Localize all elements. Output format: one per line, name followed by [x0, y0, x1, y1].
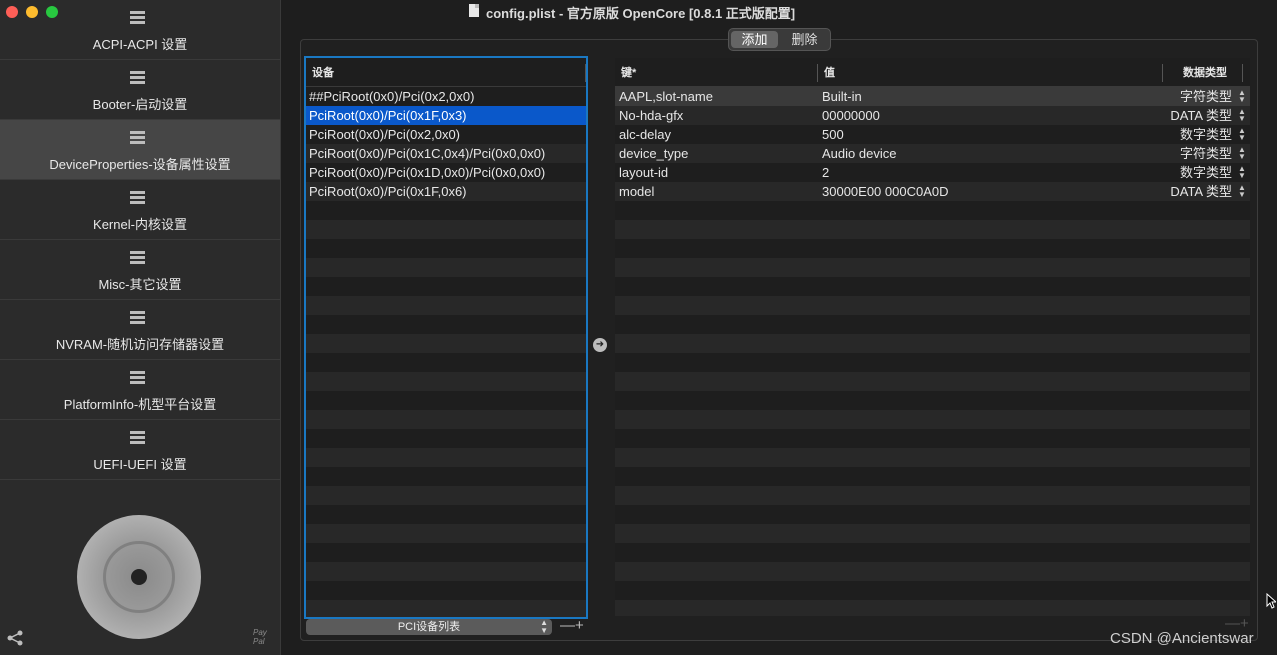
property-type[interactable]: DATA 类型 — [1170, 106, 1232, 125]
property-key[interactable]: No-hda-gfx — [619, 106, 683, 125]
mouse-cursor-icon — [1266, 593, 1276, 609]
property-value[interactable]: 30000E00 000C0A0D — [822, 182, 949, 201]
device-row[interactable]: PciRoot(0x0)/Pci(0x1D,0x0)/Pci(0x0,0x0) — [306, 163, 586, 182]
watermark: CSDN @Ancientswar — [1110, 630, 1254, 647]
sidebar-item-label: UEFI-UEFI 设置 — [93, 457, 187, 472]
add-delete-segmented-control: 添加 删除 — [728, 28, 831, 51]
device-row[interactable]: PciRoot(0x0)/Pci(0x1F,0x6) — [306, 182, 586, 201]
add-button[interactable]: 添加 — [731, 31, 778, 48]
type-column-header[interactable]: 数据类型 — [1183, 58, 1227, 88]
properties-table-body: AAPL,slot-name Built-in 字符类型 ▲ ▼ No-hda-gfx 00… — [615, 87, 1250, 616]
property-key[interactable]: model — [619, 182, 654, 201]
list-icon — [130, 131, 145, 146]
key-column-header[interactable]: 键* — [621, 58, 636, 88]
document-icon — [469, 4, 479, 17]
sidebar-item-label: NVRAM-随机访问存储器设置 — [55, 337, 225, 352]
property-type[interactable]: DATA 类型 — [1170, 182, 1232, 201]
type-stepper-icon[interactable]: ▲ ▼ — [1238, 89, 1246, 104]
property-row[interactable]: alc-delay 500 数字类型 ▲ ▼ — [615, 125, 1250, 144]
type-stepper-icon[interactable]: ▲ ▼ — [1238, 184, 1246, 199]
property-key[interactable]: layout-id — [619, 163, 668, 182]
sidebar-item-2[interactable]: DeviceProperties-设备属性设置 — [0, 120, 280, 180]
device-table[interactable]: 设备 ##PciRoot(0x0)/Pci(0x2,0x0) PciRoot(0x… — [304, 56, 588, 619]
property-row[interactable]: AAPL,slot-name Built-in 字符类型 ▲ ▼ — [615, 87, 1250, 106]
sidebar-item-7[interactable]: UEFI-UEFI 设置 — [0, 420, 280, 480]
property-type[interactable]: 数字类型 — [1180, 125, 1232, 144]
opencore-disk-logo — [77, 515, 201, 639]
type-stepper-icon[interactable]: ▲ ▼ — [1238, 127, 1246, 142]
property-row[interactable]: model 30000E00 000C0A0D DATA 类型 ▲ ▼ — [615, 182, 1250, 201]
property-value[interactable]: 500 — [822, 125, 844, 144]
property-value[interactable]: 2 — [822, 163, 829, 182]
sidebar: ACPI-ACPI 设置 Booter-启动设置 DeviceProperties-… — [0, 0, 281, 655]
device-row[interactable]: PciRoot(0x0)/Pci(0x1C,0x4)/Pci(0x0,0x0) — [306, 144, 586, 163]
sidebar-item-label: DeviceProperties-设备属性设置 — [49, 157, 231, 172]
device-table-body: ##PciRoot(0x0)/Pci(0x2,0x0) PciRoot(0x0)/… — [306, 87, 586, 617]
device-row[interactable]: PciRoot(0x0)/Pci(0x2,0x0) — [306, 125, 586, 144]
property-row[interactable]: No-hda-gfx 00000000 DATA 类型 ▲ ▼ — [615, 106, 1250, 125]
window-title: config.plist - 官方原版 OpenCore [0.8.1 正式版配… — [486, 6, 796, 21]
property-value[interactable]: Audio device — [822, 144, 896, 163]
paypal-logo[interactable]: Pay Pal — [253, 628, 280, 646]
list-icon — [130, 251, 145, 266]
sidebar-item-label: PlatformInfo-机型平台设置 — [63, 397, 217, 412]
arrow-right-circle-icon[interactable]: ➜ — [593, 338, 607, 352]
property-key[interactable]: device_type — [619, 144, 688, 163]
property-key[interactable]: AAPL,slot-name — [619, 87, 713, 106]
list-icon — [130, 431, 145, 446]
chevron-updown-icon: ▲ ▼ — [540, 618, 548, 635]
sidebar-item-4[interactable]: Misc-其它设置 — [0, 240, 280, 300]
value-column-header[interactable]: 值 — [824, 58, 835, 88]
pci-select-label: PCI设备列表 — [397, 621, 461, 633]
device-minus-plus-buttons[interactable]: —+ — [560, 617, 584, 634]
property-key[interactable]: alc-delay — [619, 125, 671, 144]
list-icon — [130, 311, 145, 326]
share-icon[interactable] — [6, 630, 24, 646]
delete-button[interactable]: 删除 — [781, 31, 828, 48]
type-stepper-icon[interactable]: ▲ ▼ — [1238, 146, 1246, 161]
sidebar-item-3[interactable]: Kernel-内核设置 — [0, 180, 280, 240]
list-icon — [130, 371, 145, 386]
device-row[interactable]: PciRoot(0x0)/Pci(0x1F,0x3) — [306, 106, 586, 125]
device-column-header[interactable]: 设备 — [306, 58, 586, 87]
sidebar-item-label: Booter-启动设置 — [92, 97, 188, 112]
device-row[interactable]: ##PciRoot(0x0)/Pci(0x2,0x0) — [306, 87, 586, 106]
list-icon — [130, 11, 145, 26]
property-type[interactable]: 字符类型 — [1180, 87, 1232, 106]
sidebar-item-label: Misc-其它设置 — [98, 277, 182, 292]
sidebar-item-6[interactable]: PlatformInfo-机型平台设置 — [0, 360, 280, 420]
sidebar-item-0[interactable]: ACPI-ACPI 设置 — [0, 0, 280, 60]
property-type[interactable]: 数字类型 — [1180, 163, 1232, 182]
list-icon — [130, 191, 145, 206]
list-icon — [130, 71, 145, 86]
sidebar-item-label: ACPI-ACPI 设置 — [92, 37, 188, 52]
pci-device-list-select[interactable]: PCI设备列表 ▲ ▼ — [306, 619, 552, 635]
properties-table[interactable]: 键* 值 数据类型 AAPL,slot-name Built-in 字符类型 ▲ ▼ No… — [615, 58, 1250, 616]
property-value[interactable]: 00000000 — [822, 106, 880, 125]
property-type[interactable]: 字符类型 — [1180, 144, 1232, 163]
type-stepper-icon[interactable]: ▲ ▼ — [1238, 108, 1246, 123]
sidebar-item-label: Kernel-内核设置 — [93, 217, 187, 232]
sidebar-item-5[interactable]: NVRAM-随机访问存储器设置 — [0, 300, 280, 360]
type-stepper-icon[interactable]: ▲ ▼ — [1238, 165, 1246, 180]
property-value[interactable]: Built-in — [822, 87, 862, 106]
properties-header: 键* 值 数据类型 — [615, 58, 1250, 87]
property-row[interactable]: layout-id 2 数字类型 ▲ ▼ — [615, 163, 1250, 182]
property-row[interactable]: device_type Audio device 字符类型 ▲ ▼ — [615, 144, 1250, 163]
sidebar-item-1[interactable]: Booter-启动设置 — [0, 60, 280, 120]
